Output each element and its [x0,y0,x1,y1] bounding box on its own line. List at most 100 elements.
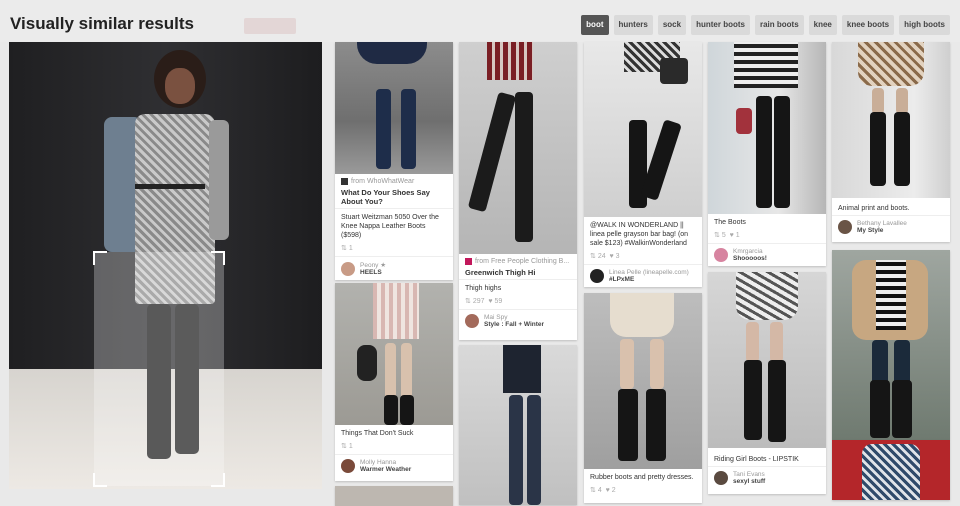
repin-icon: ⇅ [341,245,347,252]
pin-6-board: Shooooos! [733,255,767,262]
pin-3-like-count: 59 [494,298,503,305]
result-pin-4[interactable]: @WALK IN WONDERLAND || linea pelle grays… [584,42,702,287]
query-image[interactable] [9,42,322,489]
person-face [165,68,195,104]
pin-3-user[interactable]: Mai Spy Style : Fall + Winter [459,309,577,332]
pin-4-bag [660,58,688,84]
tag-high-boots[interactable]: high boots [899,15,950,35]
pin-2-boot-left [384,395,398,425]
pin-2-board: Warmer Weather [360,466,412,473]
pin-1-source[interactable]: from WhoWhatWear [335,174,453,185]
result-pin-2[interactable]: Things That Don't Suck ⇅ 1 Molly Hanna Wa… [335,283,453,481]
result-pin-9[interactable] [459,345,577,505]
pin-2-boot-right [400,395,414,425]
tag-boot[interactable]: boot [581,15,609,35]
pin-2-skirt [373,283,419,339]
heart-icon: ♥ [609,253,614,260]
crop-handle-top-right[interactable] [211,251,225,265]
pin-6-boot-left [756,96,772,208]
pin-10-boot-right [892,380,912,438]
pin-7-description: Riding Girl Boots - LIPSTIK [714,456,799,463]
pin-4-user[interactable]: Linea Pelle (lineapelle.com) #LPxME [584,264,702,287]
pin-3-boot-left [467,91,517,213]
pin-4-stats: ⇅ 24 ♥ 3 [584,250,702,264]
result-pin-7[interactable]: Riding Girl Boots - LIPSTIK Tani Evans se… [708,272,826,494]
tag-hunter-boots[interactable]: hunter boots [691,15,750,35]
pin-7-dress [736,272,798,320]
pin-2-image [335,283,453,425]
pin-8-board: My Style [857,227,884,234]
pin-2-user-name: Molly Hanna [360,459,397,466]
repin-icon: ⇅ [590,253,596,260]
pin-7-board: sexyl stuff [733,478,766,485]
tag-hunters[interactable]: hunters [613,15,653,35]
pin-5-leg-right [650,339,664,389]
repin-icon: ⇅ [465,298,471,305]
result-pin-6[interactable]: The Boots ⇅ 5 ♥ 1 Kmrgarcia Shooooos! [708,42,826,266]
pin-1-boot-left [376,89,391,169]
source-favicon-icon [465,258,472,265]
pin-3-repin-count: 297 [472,298,485,305]
result-pin-11[interactable] [832,440,950,500]
pin-5-description: Rubber boots and pretty dresses. [590,474,694,481]
repin-icon: ⇅ [590,487,596,494]
result-pin-3[interactable]: from Free People Clothing B... Greenwich… [459,42,577,340]
avatar [341,261,355,276]
pin-9-coat [503,345,541,393]
pin-8-leg-left [872,88,884,114]
pin-7-boot-right [768,360,786,442]
person-arm [209,120,229,240]
crop-handle-bottom-left[interactable] [93,473,107,487]
pin-3-user-name: Mai Spy [484,314,508,321]
result-pin-8[interactable]: Animal print and boots. Bethany Lavallee… [832,42,950,242]
pin-7-boot-left [744,360,762,440]
pin-6-repin-count: 5 [721,232,726,239]
pin-5-leg-left [620,339,634,389]
avatar [590,269,604,283]
pin-2-description: Things That Don't Suck [341,430,414,437]
pin-6-like-count: 1 [735,232,740,239]
heart-icon: ♥ [488,298,493,305]
pin-3-source-text: from Free People Clothing B... [475,258,570,265]
pin-3-source[interactable]: from Free People Clothing B... [459,254,577,265]
pin-4-image [584,42,702,217]
pin-8-user[interactable]: Bethany Lavallee My Style [832,215,950,238]
pin-4-repin-count: 24 [597,253,606,260]
pin-3-heading[interactable]: Greenwich Thigh Hi [459,265,577,279]
pin-8-leg-right [896,88,908,114]
result-pin-1[interactable]: from WhoWhatWear What Do Your Shoes Say … [335,42,453,280]
pin-1-user[interactable]: Peony ★ HEELS [335,256,453,280]
result-pin-5[interactable]: Rubber boots and pretty dresses. ⇅ 4 ♥ 2 [584,293,702,503]
pin-11-coat [862,444,920,500]
pin-3-stats: ⇅ 297 ♥ 59 [459,295,577,309]
pin-1-stats: ⇅ 1 [335,242,453,256]
pin-7-image [708,272,826,448]
pin-1-description: Stuart Weitzman 5050 Over the Knee Nappa… [335,208,453,242]
tag-knee-boots[interactable]: knee boots [841,15,895,35]
tag-sock[interactable]: sock [657,15,687,35]
pin-1-skirt [357,42,427,64]
crop-handle-top-left[interactable] [93,251,107,265]
tag-knee[interactable]: knee [808,15,837,35]
pin-1-heading[interactable]: What Do Your Shoes Say About You? [335,185,453,208]
pin-6-user[interactable]: Kmrgarcia Shooooos! [708,243,826,266]
pin-5-boot-right [646,389,666,461]
repin-icon: ⇅ [341,443,347,450]
result-pin-10[interactable] [832,250,950,440]
pin-9-boot-right [527,395,541,505]
crop-selection-box[interactable] [93,251,225,487]
pin-9-boot-left [509,395,523,505]
result-pin-partial[interactable] [335,486,453,506]
pin-7-user[interactable]: Tani Evans sexyl stuff [708,466,826,489]
pin-7-user-name: Tani Evans [733,471,765,478]
pin-4-user-name: Linea Pelle (lineapelle.com) [609,269,689,276]
crop-handle-bottom-right[interactable] [211,473,225,487]
tag-rain-boots[interactable]: rain boots [754,15,804,35]
avatar [714,248,728,262]
pin-3-image [459,42,577,254]
pin-5-stats: ⇅ 4 ♥ 2 [584,484,702,498]
pin-2-user[interactable]: Molly Hanna Warmer Weather [335,454,453,477]
pin-8-dress [858,42,924,86]
star-icon: ★ [380,262,387,269]
pin-10-boot-left [870,380,890,438]
